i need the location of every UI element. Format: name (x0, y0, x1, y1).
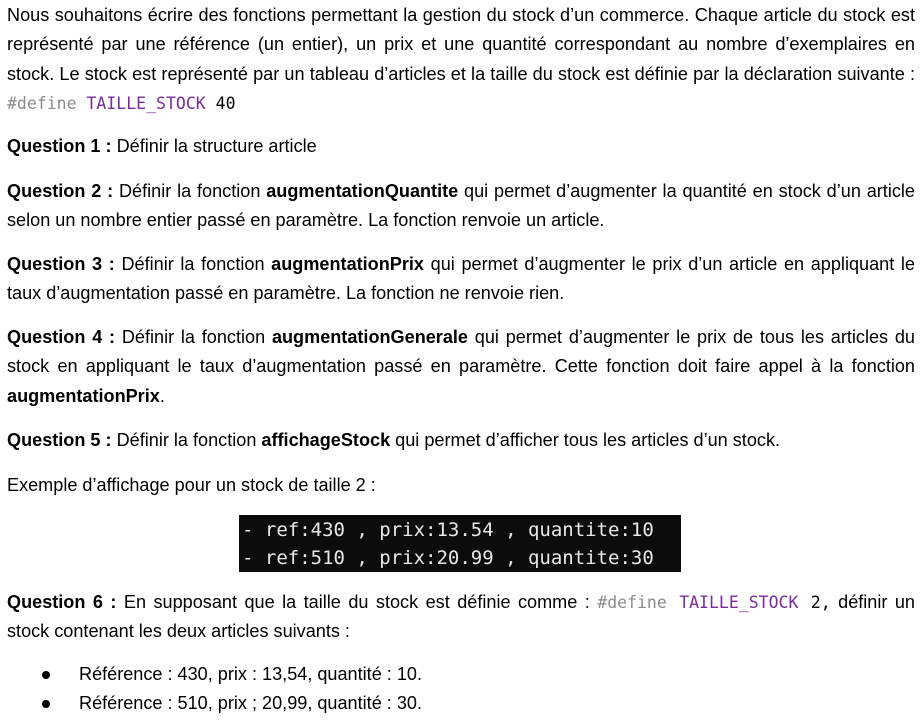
question-2-text-before: Définir la fonction (118, 181, 267, 201)
question-1-text: Définir la structure article (116, 136, 317, 156)
question-4-label: Question 4 : (7, 327, 116, 347)
question-4-text-after: . (159, 385, 165, 406)
question-6: Question 6 : En supposant que la taille … (7, 588, 915, 647)
question-3-text-before: Définir la fonction (121, 254, 272, 274)
question-1: Question 1 : Définir la structure articl… (7, 132, 915, 161)
define-statement-2: #define TAILLE_STOCK 2, (597, 593, 830, 612)
intro-paragraph: Nous souhaitons écrire des fonctions per… (7, 1, 915, 119)
question-6-label: Question 6 : (7, 592, 117, 612)
question-4: Question 4 : Définir la fonction augment… (7, 323, 915, 411)
terminal-line: - ref:430 , prix:13.54 , quantite:10 (242, 519, 654, 541)
question-5-text-after: qui permet d’afficher tous les articles … (390, 430, 781, 450)
question-6-text-before: En supposant que la taille du stock est … (123, 592, 598, 612)
question-5-text-before: Définir la fonction (116, 430, 262, 450)
function-name-augmentationPrix: augmentationPrix (271, 254, 424, 274)
question-1-label: Question 1 : (7, 136, 112, 156)
list-item: Référence : 430, prix : 13,54, quantité … (7, 660, 915, 689)
list-item: Référence : 510, prix ; 20,99, quantité … (7, 689, 915, 718)
question-5: Question 5 : Définir la fonction afficha… (7, 426, 915, 455)
function-name-affichageStock: affichageStock (261, 430, 391, 450)
list-item-text: Référence : 510, prix ; 20,99, quantité … (79, 693, 422, 714)
function-name-augmentationGenerale: augmentationGenerale (271, 327, 469, 347)
list-item-text: Référence : 430, prix : 13,54, quantité … (79, 664, 422, 684)
function-name-augmentationQuantite: augmentationQuantite (266, 181, 459, 201)
question-2: Question 2 : Définir la fonction augment… (7, 177, 915, 236)
define-keyword-2: #define (597, 593, 667, 612)
define-value: 40 (215, 94, 236, 114)
example-label: Exemple d’affichage pour un stock de tai… (7, 475, 376, 495)
function-name-augmentationPrix-ref: augmentationPrix (7, 385, 160, 406)
question-3-label: Question 3 : (7, 254, 115, 274)
bullet-icon (42, 671, 50, 679)
terminal-line: - ref:510 , prix:20.99 , quantite:30 (242, 547, 654, 569)
bullet-icon (42, 700, 50, 709)
define-macro-2: TAILLE_STOCK (679, 593, 799, 612)
question-5-label: Question 5 : (7, 430, 112, 450)
define-statement: #define TAILLE_STOCK 40 (7, 94, 236, 113)
article-list: Référence : 430, prix : 13,54, quantité … (7, 660, 915, 719)
define-value-2: 2, (810, 593, 831, 612)
define-keyword: #define (7, 94, 77, 114)
question-4-text-before: Définir la fonction (121, 327, 272, 347)
define-macro: TAILLE_STOCK (86, 94, 206, 114)
question-3: Question 3 : Définir la fonction augment… (7, 250, 915, 309)
intro-text: Nous souhaitons écrire des fonctions per… (7, 5, 915, 84)
terminal-output: - ref:430 , prix:13.54 , quantite:10 - re… (239, 515, 681, 572)
question-2-label: Question 2 : (7, 181, 114, 201)
